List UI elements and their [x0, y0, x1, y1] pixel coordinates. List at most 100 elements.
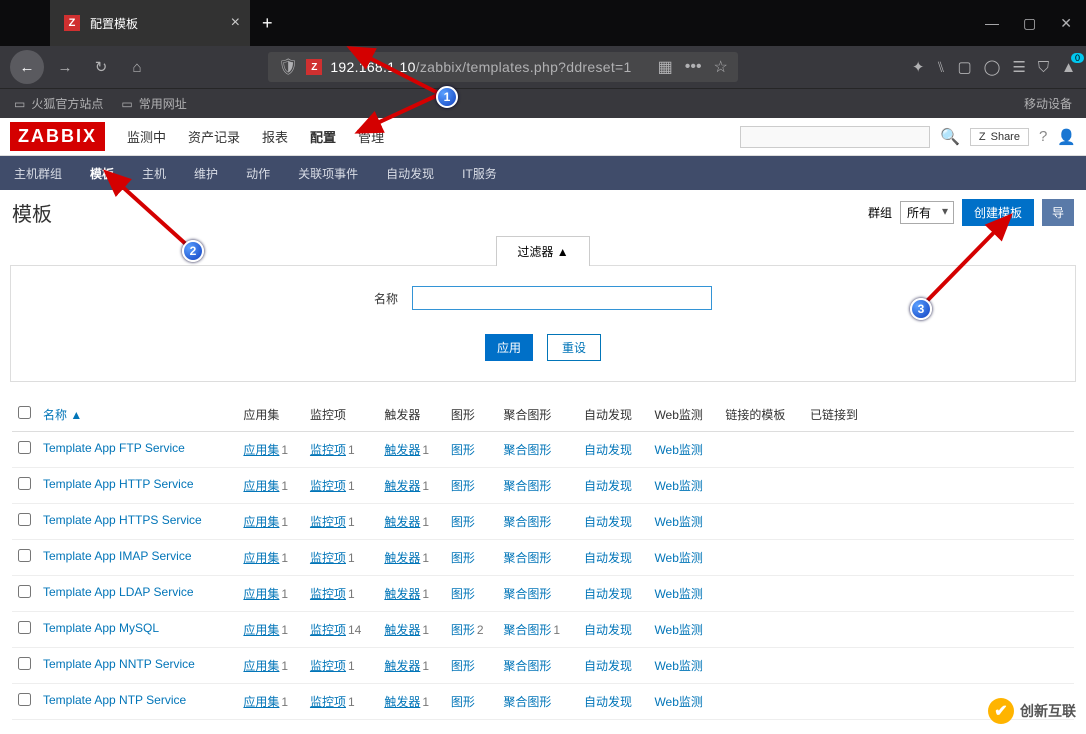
address-bar[interactable]: 🛡 Z 192.168.1.10/zabbix/templates.php?dd… — [268, 52, 738, 82]
reader-icon[interactable]: ▦ — [658, 57, 673, 77]
browser-tab[interactable]: Z 配置模板 × — [50, 0, 250, 46]
web-link[interactable]: Web监测 — [654, 695, 702, 709]
items-link[interactable]: 监控项 — [310, 443, 346, 457]
screens-link[interactable]: 聚合图形 — [503, 551, 551, 565]
col-name[interactable]: 名称 ▲ — [37, 400, 237, 432]
row-checkbox[interactable] — [18, 657, 31, 670]
triggers-link[interactable]: 触发器 — [384, 479, 420, 493]
discovery-link[interactable]: 自动发现 — [584, 659, 632, 673]
mobile-bookmarks[interactable]: 移动设备 — [1024, 95, 1072, 112]
template-name-link[interactable]: Template App FTP Service — [43, 441, 185, 455]
triggers-link[interactable]: 触发器 — [384, 551, 420, 565]
applications-link[interactable]: 应用集 — [243, 695, 279, 709]
zabbix-logo[interactable]: ZABBIX — [10, 122, 105, 151]
items-link[interactable]: 监控项 — [310, 479, 346, 493]
web-link[interactable]: Web监测 — [654, 515, 702, 529]
nav-inventory[interactable]: 资产记录 — [188, 127, 240, 146]
row-checkbox[interactable] — [18, 585, 31, 598]
items-link[interactable]: 监控项 — [310, 551, 346, 565]
import-button[interactable]: 导 — [1042, 199, 1074, 226]
row-checkbox[interactable] — [18, 621, 31, 634]
subnav-hostgroups[interactable]: 主机群组 — [10, 156, 66, 191]
group-select[interactable]: 所有 — [900, 201, 954, 224]
select-all-checkbox[interactable] — [18, 406, 31, 419]
nav-configuration[interactable]: 配置 — [310, 127, 336, 146]
subnav-discovery[interactable]: 自动发现 — [382, 156, 438, 191]
applications-link[interactable]: 应用集 — [243, 443, 279, 457]
applications-link[interactable]: 应用集 — [243, 515, 279, 529]
triggers-link[interactable]: 触发器 — [384, 623, 420, 637]
screens-link[interactable]: 聚合图形 — [503, 623, 551, 637]
template-name-link[interactable]: Template App LDAP Service — [43, 585, 194, 599]
filter-apply-button[interactable]: 应用 — [485, 334, 533, 361]
graphs-link[interactable]: 图形 — [451, 695, 475, 709]
template-name-link[interactable]: Template App HTTPS Service — [43, 513, 202, 527]
screens-link[interactable]: 聚合图形 — [503, 587, 551, 601]
search-input[interactable] — [740, 126, 930, 148]
subnav-actions[interactable]: 动作 — [242, 156, 274, 191]
user-icon[interactable]: 👤 — [1057, 128, 1076, 146]
applications-link[interactable]: 应用集 — [243, 659, 279, 673]
graphs-link[interactable]: 图形 — [451, 479, 475, 493]
graphs-link[interactable]: 图形 — [451, 623, 475, 637]
bookmark-item[interactable]: ▭火狐官方站点 — [14, 95, 103, 112]
graphs-link[interactable]: 图形 — [451, 587, 475, 601]
subnav-itservices[interactable]: IT服务 — [458, 156, 501, 191]
help-icon[interactable]: ? — [1039, 128, 1047, 145]
triggers-link[interactable]: 触发器 — [384, 659, 420, 673]
nav-administration[interactable]: 管理 — [358, 127, 384, 146]
gear-icon[interactable]: ☰ — [1012, 58, 1025, 76]
share-button[interactable]: ZShare — [970, 128, 1029, 146]
nav-reload-button[interactable]: ↻ — [86, 52, 116, 82]
template-name-link[interactable]: Template App NTP Service — [43, 693, 186, 707]
items-link[interactable]: 监控项 — [310, 515, 346, 529]
account-icon[interactable]: ◯ — [984, 58, 1001, 76]
subnav-hosts[interactable]: 主机 — [138, 156, 170, 191]
triggers-link[interactable]: 触发器 — [384, 695, 420, 709]
library-icon[interactable]: ⑊ — [936, 59, 945, 76]
subnav-maintenance[interactable]: 维护 — [190, 156, 222, 191]
subnav-correlation[interactable]: 关联项事件 — [294, 156, 362, 191]
template-name-link[interactable]: Template App IMAP Service — [43, 549, 192, 563]
shield2-icon[interactable]: ⛉ — [1038, 59, 1049, 76]
graphs-link[interactable]: 图形 — [451, 659, 475, 673]
nav-back-button[interactable]: ← — [10, 50, 44, 84]
screens-link[interactable]: 聚合图形 — [503, 515, 551, 529]
new-tab-button[interactable]: + — [250, 13, 285, 34]
window-close-icon[interactable]: ✕ — [1060, 15, 1072, 32]
items-link[interactable]: 监控项 — [310, 695, 346, 709]
template-name-link[interactable]: Template App NNTP Service — [43, 657, 195, 671]
web-link[interactable]: Web监测 — [654, 623, 702, 637]
applications-link[interactable]: 应用集 — [243, 587, 279, 601]
nav-reports[interactable]: 报表 — [262, 127, 288, 146]
nav-monitoring[interactable]: 监测中 — [127, 127, 166, 146]
bookmark-item[interactable]: ▭常用网址 — [121, 95, 186, 112]
discovery-link[interactable]: 自动发现 — [584, 551, 632, 565]
nav-forward-button[interactable]: → — [50, 52, 80, 82]
row-checkbox[interactable] — [18, 513, 31, 526]
sidebar-icon[interactable]: ▢ — [957, 58, 971, 76]
applications-link[interactable]: 应用集 — [243, 479, 279, 493]
applications-link[interactable]: 应用集 — [243, 623, 279, 637]
discovery-link[interactable]: 自动发现 — [584, 587, 632, 601]
items-link[interactable]: 监控项 — [310, 587, 346, 601]
filter-tab[interactable]: 过滤器 ▲ — [496, 236, 589, 266]
items-link[interactable]: 监控项 — [310, 659, 346, 673]
template-name-link[interactable]: Template App MySQL — [43, 621, 159, 635]
web-link[interactable]: Web监测 — [654, 443, 702, 457]
row-checkbox[interactable] — [18, 477, 31, 490]
screens-link[interactable]: 聚合图形 — [503, 443, 551, 457]
graphs-link[interactable]: 图形 — [451, 443, 475, 457]
discovery-link[interactable]: 自动发现 — [584, 443, 632, 457]
graphs-link[interactable]: 图形 — [451, 515, 475, 529]
screens-link[interactable]: 聚合图形 — [503, 659, 551, 673]
applications-link[interactable]: 应用集 — [243, 551, 279, 565]
discovery-link[interactable]: 自动发现 — [584, 695, 632, 709]
screens-link[interactable]: 聚合图形 — [503, 695, 551, 709]
notif-icon[interactable]: ▲0 — [1061, 59, 1076, 76]
filter-reset-button[interactable]: 重设 — [547, 334, 601, 361]
discovery-link[interactable]: 自动发现 — [584, 515, 632, 529]
row-checkbox[interactable] — [18, 549, 31, 562]
subnav-templates[interactable]: 模板 — [86, 156, 118, 191]
web-link[interactable]: Web监测 — [654, 551, 702, 565]
